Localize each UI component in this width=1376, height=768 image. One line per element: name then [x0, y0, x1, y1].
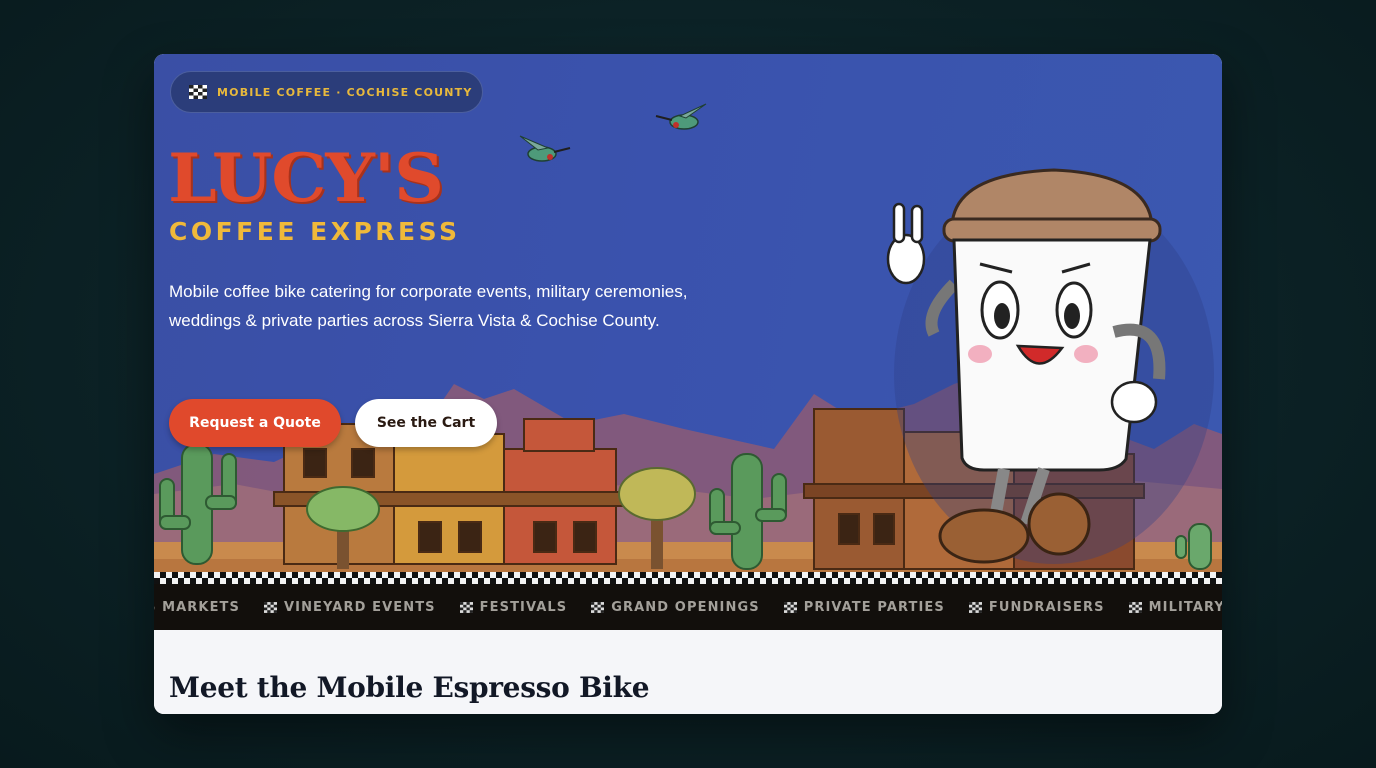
location-badge: MOBILE COFFEE · COCHISE COUNTY [170, 71, 483, 113]
checkered-flag-icon [189, 85, 207, 99]
ticker-item: PRIVATE PARTIES [783, 599, 945, 615]
hummingbird-1 [519, 135, 571, 162]
ticker-label: FUNDRAISERS [988, 599, 1105, 615]
checkered-flag-icon [459, 601, 473, 613]
ticker-label: VINEYARD EVENTS [283, 599, 436, 615]
hero-section: MOBILE COFFEE · COCHISE COUNTY LUCY'S CO… [154, 54, 1222, 574]
checkered-flag-icon [591, 601, 605, 613]
ticker-item: FESTIVALS [459, 599, 568, 615]
event-ticker: S MARKETS VINEYARD EVENTS FESTIVALS GRAN… [154, 584, 1222, 630]
ticker-item: MILITARY [1128, 599, 1222, 615]
checkered-flag-icon [1128, 601, 1142, 613]
ticker-label: MILITARY [1148, 599, 1222, 615]
ticker-item: GRAND OPENINGS [591, 600, 759, 615]
hummingbird-2 [655, 103, 707, 130]
checkered-flag-icon [968, 601, 982, 613]
ticker-item: S MARKETS [154, 600, 240, 615]
ticker-item: FUNDRAISERS [968, 599, 1105, 615]
request-quote-button[interactable]: Request a Quote [169, 399, 341, 447]
ticker-label: FESTIVALS [479, 599, 568, 615]
checkered-divider [154, 572, 1222, 584]
ticker-label: PRIVATE PARTIES [803, 599, 945, 615]
ticker-label: GRAND OPENINGS [611, 599, 760, 615]
checkered-flag-icon [263, 601, 277, 613]
ticker-track: S MARKETS VINEYARD EVENTS FESTIVALS GRAN… [154, 584, 1222, 630]
bike-section: Meet the Mobile Espresso Bike [154, 630, 1222, 714]
hero-description: Mobile coffee bike catering for corporat… [169, 282, 688, 330]
checkered-flag-icon [783, 601, 797, 613]
site-frame: MOBILE COFFEE · COCHISE COUNTY LUCY'S CO… [154, 54, 1222, 714]
ticker-item: VINEYARD EVENTS [263, 599, 436, 615]
brand-title: LUCY'S [168, 139, 444, 217]
section-heading: Meet the Mobile Espresso Bike [169, 671, 650, 704]
brand-subtitle: COFFEE EXPRESS [169, 217, 461, 246]
ticker-label: S MARKETS [154, 599, 240, 615]
badge-label: MOBILE COFFEE · COCHISE COUNTY [217, 85, 473, 99]
see-cart-button[interactable]: See the Cart [355, 399, 497, 447]
